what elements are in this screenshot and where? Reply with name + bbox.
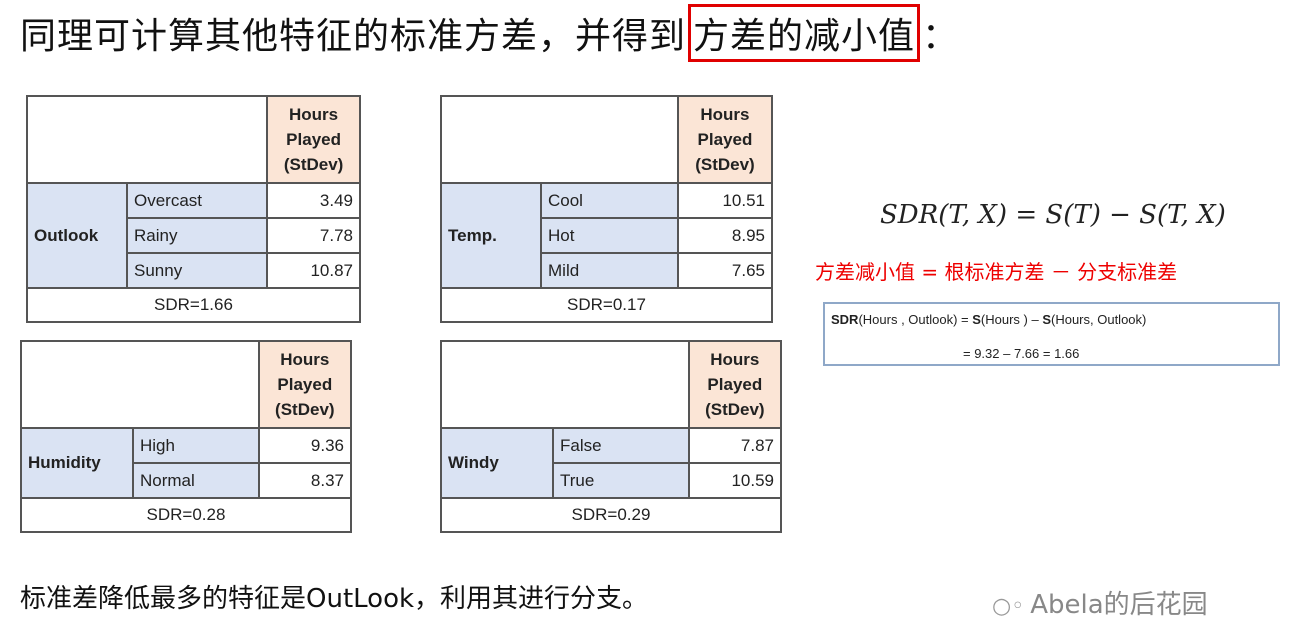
sdr-result: SDR=1.66 — [26, 287, 361, 323]
feature-label: Temp. — [440, 182, 542, 289]
sdr-result: SDR=0.17 — [440, 287, 773, 323]
category-label: High — [132, 427, 260, 464]
temp-sdr-table: Hours Played (StDev) Temp. Cool 10.51 Hot … — [440, 95, 774, 323]
header-blank — [20, 340, 260, 429]
feature-label: Windy — [440, 427, 554, 499]
category-label: Normal — [132, 462, 260, 499]
feature-label: Outlook — [26, 182, 128, 289]
sdr-result: SDR=0.28 — [20, 497, 352, 533]
sdr-result: SDR=0.29 — [440, 497, 782, 533]
category-label: Overcast — [125, 182, 269, 219]
calc-line-1: SDR(Hours , Outlook) = S(Hours ) – S(Hou… — [831, 312, 1147, 327]
windy-sdr-table: Hours Played (StDev) Windy False 7.87 True… — [440, 340, 783, 533]
stdev-value: 7.87 — [687, 427, 783, 464]
column-header: Hours Played (StDev) — [266, 95, 361, 184]
sdr-formula: SDR(T, X) = S(T) − S(T, X) — [880, 200, 1226, 230]
slide-title: 同理可计算其他特征的标准方差，并得到 方差的减小值： — [20, 4, 959, 62]
feature-label: Humidity — [20, 427, 134, 499]
watermark: ○◦ Abela的后花园 — [992, 584, 1208, 621]
title-prefix: 同理可计算其他特征的标准方差，并得到 — [20, 16, 687, 57]
stdev-value: 8.95 — [676, 217, 774, 254]
category-label: Mild — [540, 252, 679, 289]
title-highlight: 方差的减小值 — [688, 4, 921, 62]
stdev-value: 7.78 — [266, 217, 361, 254]
category-label: Hot — [540, 217, 679, 254]
category-label: Sunny — [125, 252, 269, 289]
stdev-value: 8.37 — [257, 462, 353, 499]
stdev-value: 7.65 — [676, 252, 774, 289]
calc-line-2: = 9.32 – 7.66 = 1.66 — [963, 346, 1080, 361]
stdev-value: 9.36 — [257, 427, 353, 464]
title-suffix: ： — [922, 16, 960, 57]
stdev-value: 3.49 — [266, 182, 361, 219]
header-blank — [25, 95, 269, 184]
category-label: Rainy — [125, 217, 269, 254]
humidity-sdr-table: Hours Played (StDev) Humidity High 9.36 No… — [20, 340, 353, 533]
header-blank — [440, 340, 690, 429]
column-header: Hours Played (StDev) — [676, 95, 774, 184]
header-blank — [440, 95, 679, 184]
stdev-value: 10.59 — [687, 462, 783, 499]
outlook-sdr-table: Hours Played (StDev) Outlook Overcast 3.49… — [25, 95, 361, 323]
stdev-value: 10.51 — [676, 182, 774, 219]
category-label: True — [552, 462, 690, 499]
category-label: Cool — [540, 182, 679, 219]
category-label: False — [552, 427, 690, 464]
column-header: Hours Played (StDev) — [687, 340, 783, 429]
conclusion-text: 标准差降低最多的特征是OutLook，利用其进行分支。 — [20, 584, 649, 614]
sdr-formula-chinese: 方差减小值 = 根标准方差 － 分支标准差 — [815, 260, 1178, 284]
stdev-value: 10.87 — [266, 252, 361, 289]
wechat-icon: ○◦ — [992, 594, 1025, 619]
watermark-text: Abela的后花园 — [1030, 590, 1208, 620]
sdr-calculation-box: SDR(Hours , Outlook) = S(Hours ) – S(Hou… — [823, 302, 1280, 366]
column-header: Hours Played (StDev) — [257, 340, 353, 429]
